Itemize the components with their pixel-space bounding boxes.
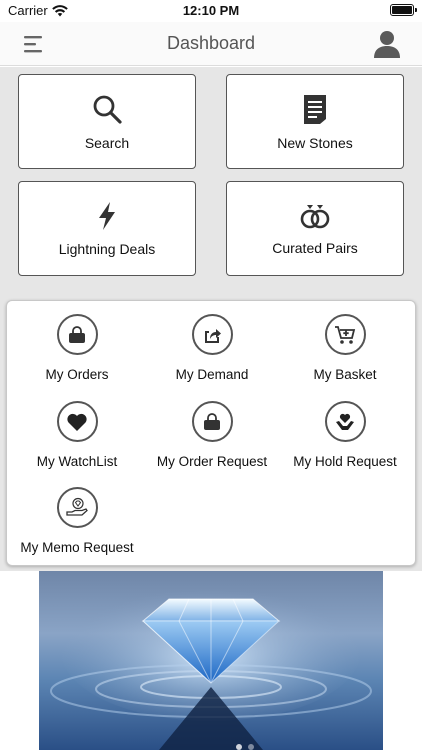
my-basket-item[interactable]: My Basket — [277, 314, 413, 394]
battery-icon — [390, 4, 417, 16]
dashboard-content: Search New Stones Lightning Deals Curate… — [0, 67, 422, 571]
my-watchlist-icon-circle — [56, 401, 98, 442]
my-demand-icon-circle — [191, 314, 233, 355]
search-tile-label: Search — [84, 134, 130, 151]
my-basket-label: My Basket — [313, 367, 377, 382]
bag-icon — [204, 412, 220, 430]
search-tile[interactable]: Search — [18, 74, 196, 169]
my-hold-request-label: My Hold Request — [293, 454, 397, 469]
my-order-request-label: My Order Request — [156, 454, 268, 469]
status-bar: Carrier 12:10 PM — [0, 0, 422, 22]
cart-add-icon — [335, 325, 356, 344]
my-demand-label: My Demand — [175, 367, 249, 382]
curated-pairs-tile-label: Curated Pairs — [272, 239, 358, 256]
my-orders-icon-circle — [56, 314, 98, 355]
my-memo-request-icon-circle — [56, 487, 98, 528]
new-stones-tile-label: New Stones — [277, 134, 353, 151]
my-orders-label: My Orders — [45, 367, 109, 382]
my-orders-item[interactable]: My Orders — [9, 314, 145, 394]
my-watchlist-item[interactable]: My WatchList — [9, 401, 145, 481]
my-basket-icon-circle — [324, 314, 366, 355]
my-hold-request-item[interactable]: My Hold Request — [277, 401, 413, 481]
shopping-bag-icon — [69, 325, 85, 343]
document-list-icon — [304, 94, 326, 124]
status-time: 12:10 PM — [182, 3, 240, 18]
magnifier-icon — [93, 95, 122, 124]
paired-rings-icon — [300, 204, 330, 228]
heart-icon — [67, 413, 87, 431]
hand-heart-icon — [336, 413, 354, 430]
user-profile-icon — [374, 31, 400, 58]
my-order-request-item[interactable]: My Order Request — [144, 401, 280, 481]
new-stones-tile[interactable]: New Stones — [226, 74, 404, 169]
my-watchlist-label: My WatchList — [36, 454, 118, 469]
profile-button[interactable] — [372, 28, 402, 60]
my-memo-request-label: My Memo Request — [20, 540, 134, 555]
my-memo-request-item[interactable]: My Memo Request — [9, 487, 145, 567]
diamond-on-water-photo — [50, 581, 372, 750]
page-title: Dashboard — [166, 33, 256, 53]
lightning-deals-tile-label: Lightning Deals — [58, 240, 156, 257]
my-hold-request-icon-circle — [324, 401, 366, 442]
my-demand-item[interactable]: My Demand — [144, 314, 280, 394]
my-menu-panel: My Orders My Demand My Basket My WatchLi… — [6, 300, 416, 566]
hand-diamond-icon — [66, 497, 88, 516]
my-order-request-icon-circle — [191, 401, 233, 442]
lightning-deals-tile[interactable]: Lightning Deals — [18, 181, 196, 276]
share-arrow-icon — [205, 328, 221, 343]
diamond-banner[interactable] — [39, 571, 383, 750]
curated-pairs-tile[interactable]: Curated Pairs — [226, 181, 404, 276]
lightning-bolt-icon — [99, 201, 115, 230]
nav-bar: Dashboard — [0, 22, 422, 66]
